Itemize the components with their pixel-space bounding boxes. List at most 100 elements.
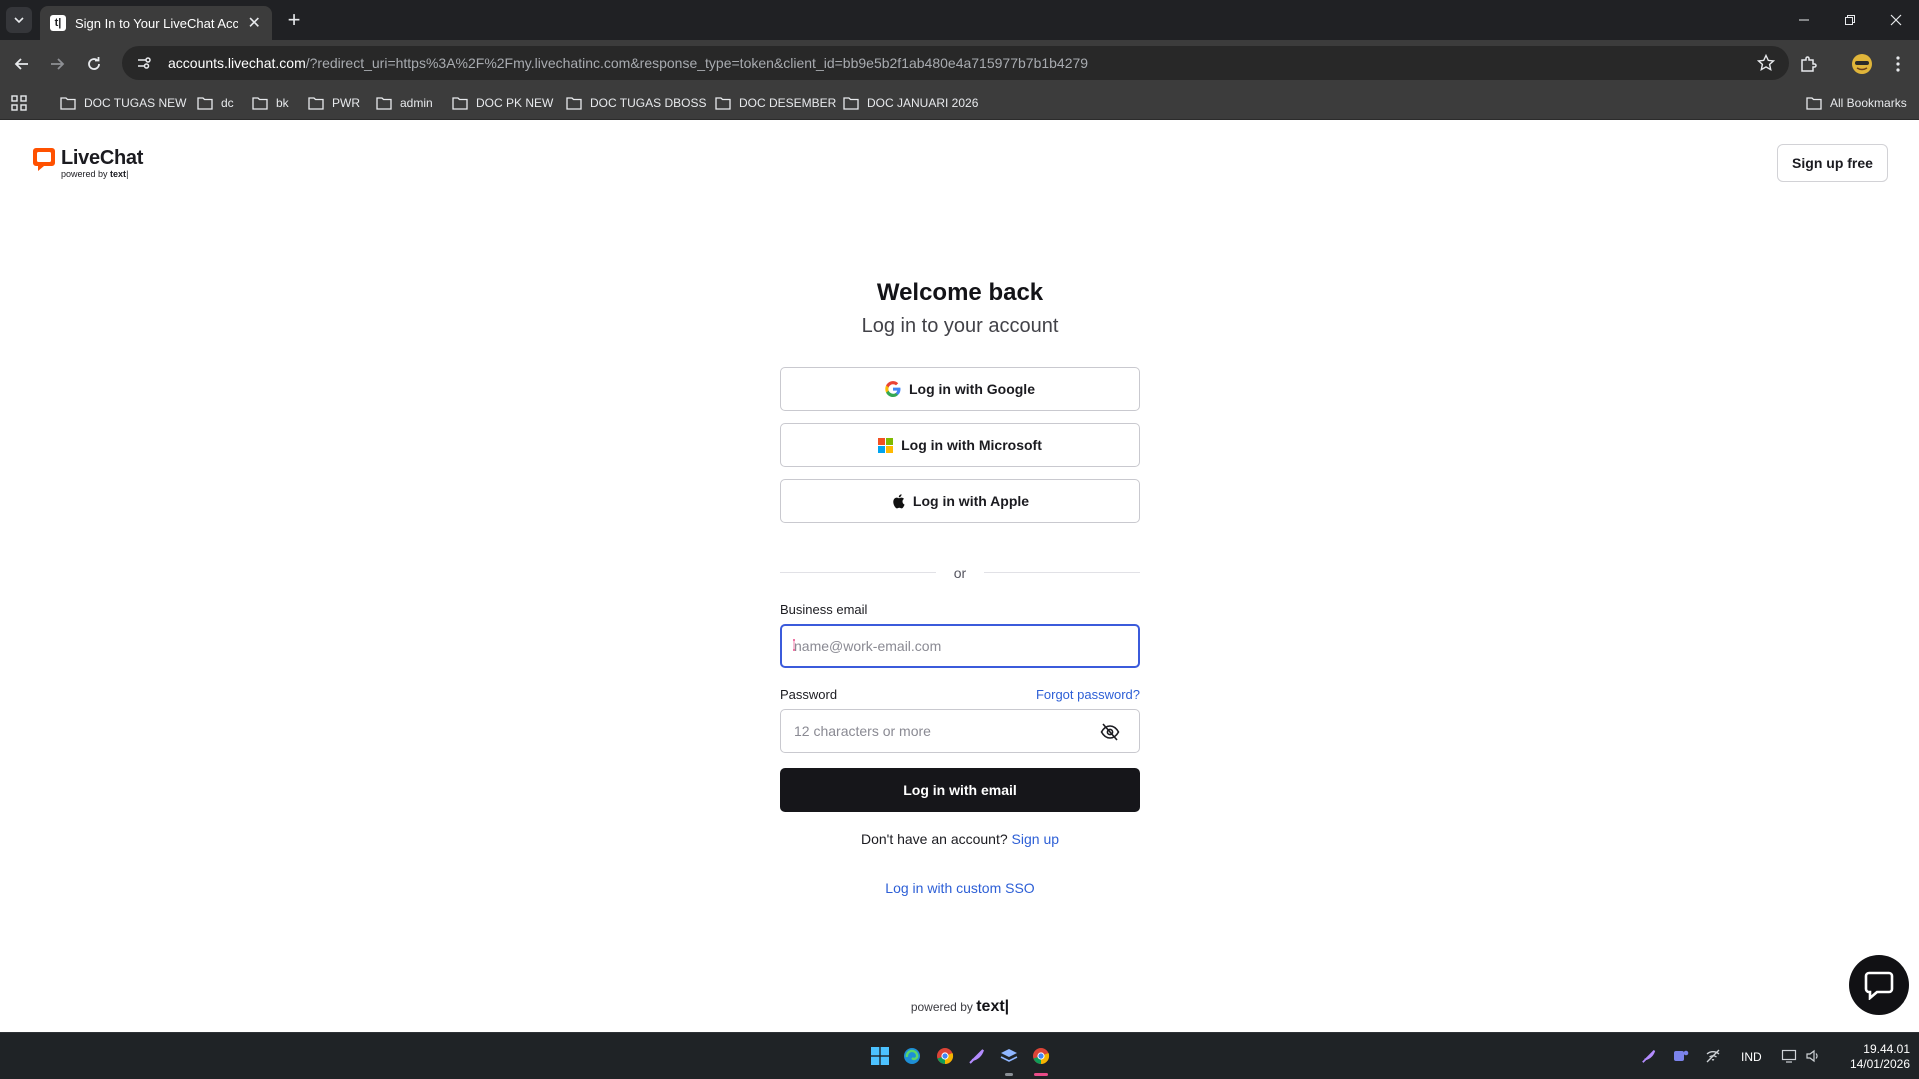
microsoft-login-button[interactable]: Log in with Microsoft: [780, 423, 1140, 467]
minimize-button[interactable]: [1781, 0, 1827, 40]
browser-tab-active[interactable]: t| Sign In to Your LiveChat Account ✕: [40, 6, 272, 40]
tray-volume[interactable]: [1802, 1045, 1824, 1067]
bookmark-folder[interactable]: dc: [197, 93, 234, 113]
text-cursor-icon: [793, 639, 795, 651]
folder-icon: [60, 97, 76, 110]
tab-close-icon[interactable]: ✕: [246, 13, 262, 33]
feather-icon: [969, 1049, 984, 1064]
edge-icon: [904, 1048, 920, 1064]
bookmark-label: admin: [400, 96, 433, 110]
microsoft-icon: [878, 437, 894, 453]
chrome-icon: [1033, 1048, 1050, 1065]
folder-icon: [1806, 97, 1822, 110]
kebab-menu-icon: [1896, 56, 1900, 72]
bookmark-label: PWR: [332, 96, 360, 110]
powered-by-prefix: powered by: [910, 1000, 973, 1014]
language-indicator[interactable]: IND: [1741, 1050, 1762, 1064]
bookmark-label: DOC TUGAS DBOSS: [590, 96, 707, 110]
arrow-right-icon: [51, 58, 65, 70]
browser-tab-strip: t| Sign In to Your LiveChat Account ✕ +: [0, 0, 1919, 40]
all-bookmarks-button[interactable]: All Bookmarks: [1806, 93, 1907, 113]
email-login-button[interactable]: Log in with email: [780, 768, 1140, 812]
apple-icon: [893, 494, 905, 509]
email-field[interactable]: [780, 624, 1140, 668]
chat-widget-button[interactable]: [1849, 955, 1909, 1015]
reload-icon: [88, 57, 100, 70]
chat-bubble-icon: [1864, 971, 1894, 1000]
close-window-button[interactable]: [1873, 0, 1919, 40]
running-indicator: [1005, 1073, 1013, 1076]
custom-sso-link[interactable]: Log in with custom SSO: [660, 880, 1260, 896]
page-title: Welcome back: [876, 279, 1044, 306]
logo-brand-text: LiveChat: [61, 147, 144, 169]
folder-icon: [452, 97, 468, 110]
avatar-icon: [1852, 54, 1872, 74]
profile-avatar[interactable]: [1850, 52, 1874, 76]
apple-login-label: Log in with Apple: [912, 493, 1030, 509]
or-text: or: [953, 565, 967, 581]
minimize-icon: [1799, 19, 1809, 21]
logo-powered-name: text: [110, 169, 127, 179]
forward-button[interactable]: [43, 50, 71, 78]
folder-icon: [715, 97, 731, 110]
restore-button[interactable]: [1827, 0, 1873, 40]
new-tab-button[interactable]: +: [282, 7, 306, 32]
password-field[interactable]: [780, 709, 1140, 753]
chevron-down-icon: [14, 17, 24, 24]
livechat-logo[interactable]: LiveChat powered by text|: [32, 147, 144, 179]
folder-icon: [566, 97, 582, 110]
bookmark-star-icon[interactable]: [1757, 54, 1775, 72]
reload-button[interactable]: [80, 50, 108, 78]
windows-taskbar: IND 19.44.01 14/01/2026: [0, 1032, 1919, 1079]
bookmark-folder[interactable]: DOC DESEMBER: [715, 93, 836, 113]
forgot-password-link[interactable]: Forgot password?: [1000, 687, 1140, 702]
tray-feather[interactable]: [1638, 1045, 1660, 1067]
page-subtitle: Log in to your account: [861, 315, 1059, 337]
bookmark-folder[interactable]: DOC PK NEW: [452, 93, 553, 113]
google-login-button[interactable]: Log in with Google: [780, 367, 1140, 411]
bookmarks-bar: DOC TUGAS NEW dc bk PWR admin DOC PK NEW…: [0, 86, 1919, 120]
taskbar-app-stack[interactable]: [998, 1045, 1020, 1067]
browser-menu-button[interactable]: [1886, 52, 1910, 76]
bookmark-label: bk: [276, 96, 289, 110]
sign-up-link[interactable]: Sign up: [1012, 831, 1059, 847]
tray-teams[interactable]: [1670, 1045, 1692, 1067]
sign-up-free-button[interactable]: Sign up free: [1777, 144, 1888, 182]
apple-login-button[interactable]: Log in with Apple: [780, 479, 1140, 523]
taskbar-chrome[interactable]: [934, 1045, 956, 1067]
taskbar-app-feather[interactable]: [966, 1045, 988, 1067]
bookmark-folder[interactable]: DOC JANUARI 2026: [843, 93, 978, 113]
no-account-label: Don't have an account?: [860, 831, 1008, 847]
apps-grid-icon[interactable]: [11, 95, 27, 111]
tray-network[interactable]: [1702, 1045, 1724, 1067]
bookmark-label: DOC PK NEW: [476, 96, 554, 110]
active-indicator: [1034, 1073, 1048, 1076]
taskbar-chrome-active[interactable]: [1030, 1045, 1052, 1067]
system-clock[interactable]: 19.44.01 14/01/2026: [1830, 1042, 1910, 1072]
restore-icon: [1845, 15, 1855, 25]
taskbar-edge[interactable]: [901, 1045, 923, 1067]
bookmark-folder[interactable]: DOC TUGAS NEW: [60, 93, 186, 113]
google-login-label: Log in with Google: [909, 381, 1035, 397]
tab-search-button[interactable]: [6, 7, 32, 33]
site-info-icon[interactable]: [134, 53, 154, 73]
folder-icon: [308, 97, 324, 110]
eye-off-icon: [1100, 723, 1120, 741]
livechat-logo-icon: [33, 148, 55, 171]
bookmark-folder[interactable]: admin: [376, 93, 433, 113]
tray-display[interactable]: [1778, 1045, 1800, 1067]
bookmark-folder[interactable]: bk: [252, 93, 289, 113]
bookmark-label: DOC JANUARI 2026: [867, 96, 979, 110]
address-bar[interactable]: accounts.livechat.com/?redirect_uri=http…: [122, 46, 1789, 80]
logo-powered-prefix: powered by: [61, 169, 108, 179]
back-button[interactable]: [8, 50, 36, 78]
speaker-icon: [1806, 1049, 1818, 1063]
all-bookmarks-label: All Bookmarks: [1830, 96, 1907, 110]
teams-icon: [1674, 1050, 1689, 1061]
bookmark-folder[interactable]: DOC TUGAS DBOSS: [566, 93, 706, 113]
start-button[interactable]: [869, 1045, 891, 1067]
bookmark-folder[interactable]: PWR: [308, 93, 360, 113]
extensions-button[interactable]: [1796, 52, 1820, 76]
microsoft-login-label: Log in with Microsoft: [901, 437, 1042, 453]
toggle-password-visibility-button[interactable]: [1096, 718, 1124, 746]
